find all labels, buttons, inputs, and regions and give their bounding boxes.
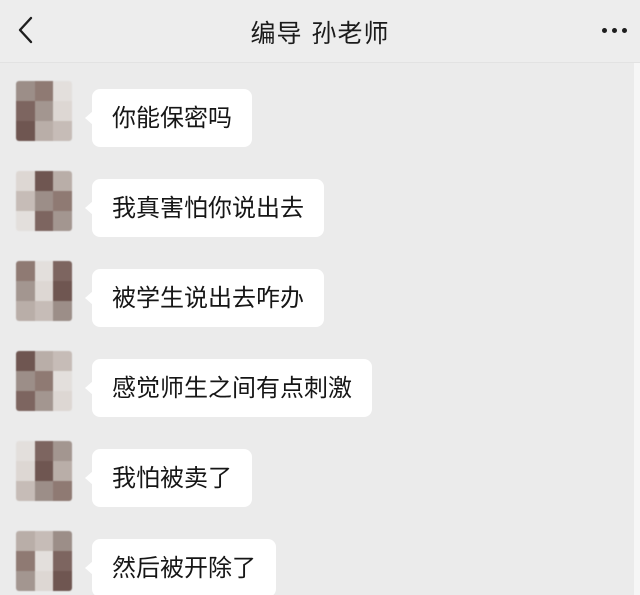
message-row: 我怕被卖了 [0, 441, 640, 531]
message-row: 我真害怕你说出去 [0, 171, 640, 261]
avatar-pixel [16, 461, 35, 481]
avatar-pixel [53, 191, 72, 211]
avatar-pixel [34, 281, 54, 301]
chat-screen: 编导 孙老师 你能保密吗 我真害怕你说出去 被学生说出去咋办 感觉师生之间有点刺… [0, 0, 640, 595]
avatar-pixel [53, 441, 72, 461]
avatar-pixel [16, 261, 35, 281]
avatar-pixel [16, 351, 35, 371]
message-bubble[interactable]: 你能保密吗 [85, 89, 252, 147]
avatar-pixel [34, 211, 54, 231]
avatar-pixel [16, 441, 35, 461]
more-dots-icon [601, 27, 607, 33]
avatar-pixel [53, 551, 72, 571]
avatar-pixel [53, 281, 72, 301]
avatar-pixel [34, 441, 54, 461]
avatar[interactable] [16, 81, 72, 141]
message-bubble[interactable]: 然后被开除了 [85, 539, 276, 595]
avatar-pixel [16, 211, 35, 231]
avatar-pixel [16, 481, 35, 501]
more-options-button[interactable] [594, 16, 634, 44]
message-bubble[interactable]: 我怕被卖了 [85, 449, 252, 507]
avatar-pixel [34, 481, 54, 501]
avatar-pixel [34, 191, 54, 211]
message-bubble[interactable]: 感觉师生之间有点刺激 [85, 359, 372, 417]
avatar-pixel [34, 101, 54, 121]
avatar[interactable] [16, 441, 72, 501]
avatar-pixel [16, 281, 35, 301]
avatar-pixel [34, 551, 54, 571]
avatar-pixel [34, 391, 54, 411]
screen-edge [634, 63, 640, 595]
avatar-pixel [34, 371, 54, 391]
avatar-pixel [16, 121, 35, 141]
avatar-pixel [53, 391, 72, 411]
avatar-pixel [34, 461, 54, 481]
top-navigation-bar: 编导 孙老师 [0, 0, 640, 63]
avatar-pixel [53, 211, 72, 231]
message-bubble[interactable]: 我真害怕你说出去 [85, 179, 324, 237]
avatar-pixel [53, 531, 72, 551]
message-row: 被学生说出去咋办 [0, 261, 640, 351]
avatar-pixel [53, 101, 72, 121]
avatar-pixel [34, 531, 54, 551]
avatar-pixel [34, 81, 54, 101]
avatar-pixel [16, 371, 35, 391]
avatar-pixel [34, 571, 54, 591]
avatar-pixel [53, 571, 72, 591]
avatar-pixel [34, 351, 54, 371]
avatar-pixel [53, 461, 72, 481]
avatar-pixel [16, 191, 35, 211]
avatar-pixel [53, 371, 72, 391]
avatar[interactable] [16, 171, 72, 231]
avatar-pixel [16, 171, 35, 191]
avatar-pixel [16, 81, 35, 101]
avatar-pixel [53, 171, 72, 191]
avatar-pixel [53, 301, 72, 321]
avatar-pixel [16, 571, 35, 591]
avatar-pixel [16, 531, 35, 551]
chat-title: 编导 孙老师 [250, 19, 390, 48]
avatar-pixel [16, 301, 35, 321]
avatar-pixel [53, 121, 72, 141]
avatar-pixel [16, 391, 35, 411]
message-bubble[interactable]: 被学生说出去咋办 [85, 269, 324, 327]
avatar[interactable] [16, 261, 72, 321]
avatar-pixel [34, 301, 54, 321]
avatar-pixel [16, 101, 35, 121]
avatar-pixel [34, 121, 54, 141]
avatar[interactable] [16, 351, 72, 411]
avatar-pixel [53, 81, 72, 101]
avatar-pixel [34, 171, 54, 191]
avatar-pixel [53, 351, 72, 371]
avatar-pixel [16, 551, 35, 571]
avatar-pixel [53, 261, 72, 281]
message-row: 感觉师生之间有点刺激 [0, 351, 640, 441]
avatar-pixel [34, 261, 54, 281]
message-list[interactable]: 你能保密吗 我真害怕你说出去 被学生说出去咋办 感觉师生之间有点刺激 我怕被卖了… [0, 63, 640, 595]
avatar[interactable] [16, 531, 72, 591]
avatar-pixel [53, 481, 72, 501]
message-row: 你能保密吗 [0, 81, 640, 171]
message-row: 然后被开除了 [0, 531, 640, 595]
